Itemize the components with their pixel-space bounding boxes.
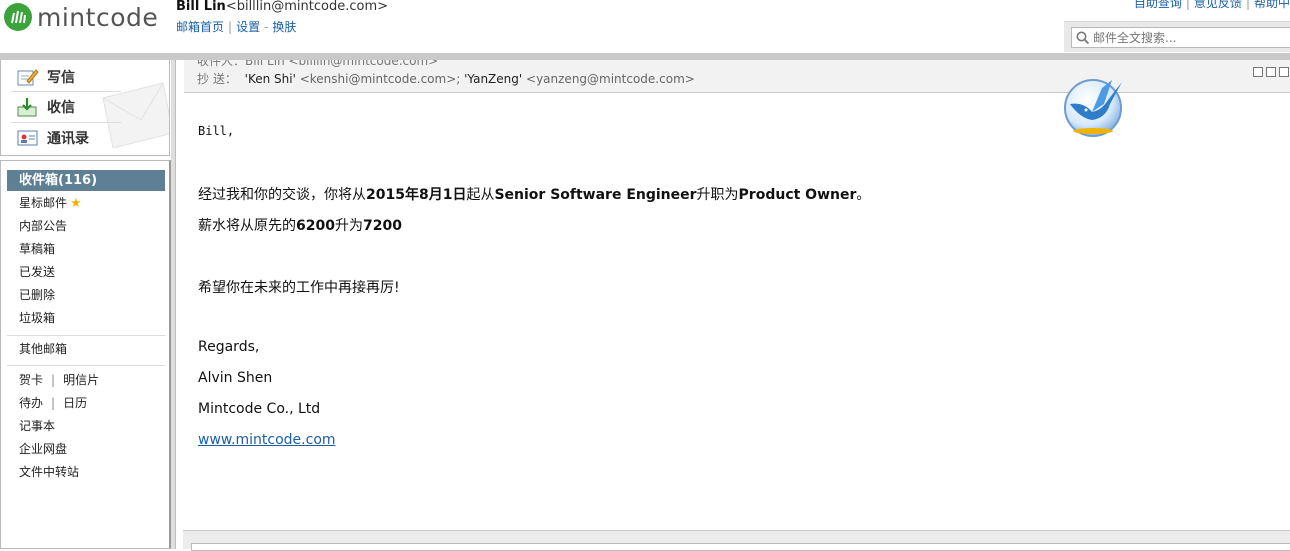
divider <box>11 91 121 92</box>
user-name: Bill Lin <box>176 0 226 14</box>
text: 。 <box>856 187 871 203</box>
to-line: 收件人：Bill Lin <billlin@mintcode.com> <box>197 60 439 68</box>
folder-starred-label: 星标邮件 <box>19 196 68 210</box>
signature-website-link[interactable]: www.mintcode.com <box>198 432 336 448</box>
divider: | <box>228 20 233 34</box>
logo-text: mintcode <box>37 2 159 32</box>
link-settings[interactable]: 设置 <box>236 20 260 34</box>
cc-address: <kenshi@mintcode.com>; <box>299 72 461 86</box>
signature-name: Alvin Shen <box>198 370 273 386</box>
link-file-transfer[interactable]: 文件中转站 <box>7 462 165 483</box>
website-link[interactable]: www.mintcode.com <box>198 432 336 448</box>
header-links: 邮箱首页 | 设置 - 换肤 <box>176 18 296 35</box>
contacts-label: 通讯录 <box>47 131 89 147</box>
divider: | <box>51 396 56 410</box>
restore-window-icon[interactable] <box>1253 67 1263 77</box>
cc-name[interactable]: 'Ken Shi' <box>245 72 296 86</box>
text-old-salary: 6200 <box>296 218 335 234</box>
text-new-salary: 7200 <box>362 218 402 234</box>
cc-label: 抄 送： <box>197 72 237 86</box>
envelope-decoration-icon <box>102 82 169 148</box>
divider: | <box>1185 0 1190 10</box>
receive-mail-button[interactable]: 收信 <box>17 95 75 119</box>
compose-icon <box>17 69 39 86</box>
user-email: <billlin@mintcode.com> <box>225 0 389 14</box>
top-header: mintcode Bill Lin<billlin@mintcode.com> … <box>0 0 1290 54</box>
bottom-toolbar <box>183 530 1290 551</box>
search-input[interactable] <box>1093 30 1283 45</box>
compose-label: 写信 <box>47 70 75 86</box>
body-paragraph-closing: 希望你在未来的工作中再接再厉! <box>198 280 400 296</box>
search-box <box>1064 21 1290 52</box>
body-paragraph-promotion: 经过我和你的交谈，你将从2015年8月1日起从Senior Software E… <box>198 184 870 204</box>
contacts-icon <box>17 130 38 146</box>
quick-actions-panel: 写信 收信 通讯录 <box>0 60 170 156</box>
folder-starred[interactable]: 星标邮件 ★ <box>7 193 165 214</box>
link-calendar[interactable]: 日历 <box>63 396 87 410</box>
text: 升为 <box>334 218 363 234</box>
header-divider-bar <box>0 53 1290 60</box>
folder-drafts[interactable]: 草稿箱 <box>7 239 165 260</box>
divider <box>11 122 121 123</box>
star-icon: ★ <box>70 196 82 211</box>
link-netdisk[interactable]: 企业网盘 <box>7 439 165 460</box>
text-date: 2015年8月1日 <box>366 187 467 203</box>
divider <box>7 335 165 336</box>
link-feedback[interactable]: 意见反馈 <box>1194 0 1242 10</box>
top-right-links: 自助查询 | 意见反馈 | 帮助中 <box>1134 0 1290 11</box>
body-paragraph-salary: 薪水将从原先的6200升为7200 <box>198 215 402 235</box>
cc-address: <yanzeng@mintcode.com> <box>526 72 695 86</box>
tools-todo-row: 待办 | 日历 <box>7 393 165 414</box>
link-skin[interactable]: 换肤 <box>272 20 296 34</box>
link-help[interactable]: 帮助中 <box>1254 0 1290 10</box>
greeting: Bill, <box>198 124 235 138</box>
link-self-service[interactable]: 自助查询 <box>1134 0 1182 10</box>
link-notes[interactable]: 记事本 <box>7 416 165 437</box>
close-pane-icon[interactable] <box>1279 67 1289 77</box>
reply-area[interactable] <box>191 543 1290 551</box>
text: 经过我和你的交谈，你将从 <box>198 187 366 203</box>
folder-sent[interactable]: 已发送 <box>7 262 165 283</box>
text-old-role: Senior Software Engineer <box>494 187 697 203</box>
header-tools <box>1253 67 1289 77</box>
link-mail-home[interactable]: 邮箱首页 <box>176 20 224 34</box>
receive-mail-label: 收信 <box>47 100 75 116</box>
user-identity: Bill Lin<billlin@mintcode.com> <box>176 0 388 14</box>
signature-regards: Regards, <box>198 339 260 355</box>
divider: - <box>264 20 269 34</box>
cc-line: 抄 送： 'Ken Shi' <kenshi@mintcode.com>; 'Y… <box>197 70 695 87</box>
text-new-role: Product Owner <box>738 187 857 203</box>
folder-inbox[interactable]: 收件箱(116) <box>7 170 165 191</box>
link-cards[interactable]: 贺卡 <box>19 373 43 387</box>
search-field <box>1071 27 1290 48</box>
folder-announcements[interactable]: 内部公告 <box>7 216 165 237</box>
search-icon[interactable] <box>1075 30 1091 46</box>
folder-deleted[interactable]: 已删除 <box>7 285 165 306</box>
divider: | <box>1245 0 1250 10</box>
inbox-download-icon <box>17 98 37 117</box>
link-todo[interactable]: 待办 <box>19 396 43 410</box>
logo-icon <box>4 3 32 31</box>
text: 升职为 <box>696 187 739 203</box>
divider <box>7 365 165 366</box>
compose-button[interactable]: 写信 <box>17 65 75 89</box>
hummingbird-logo-icon <box>1064 79 1122 137</box>
text: 薪水将从原先的 <box>198 218 296 234</box>
link-postcards[interactable]: 明信片 <box>63 373 99 387</box>
popout-icon[interactable] <box>1266 67 1276 77</box>
folder-other-mailboxes[interactable]: 其他邮箱 <box>7 339 165 360</box>
signature-company: Mintcode Co., Ltd <box>198 401 321 417</box>
folder-list: 收件箱(116) 星标邮件 ★ 内部公告 草稿箱 已发送 已删除 垃圾箱 其他邮箱… <box>0 160 171 549</box>
folder-spam[interactable]: 垃圾箱 <box>7 308 165 329</box>
mintcode-logo[interactable]: mintcode <box>4 1 158 33</box>
cc-name[interactable]: 'YanZeng' <box>464 72 522 86</box>
divider: | <box>51 373 56 387</box>
text: 起从 <box>466 187 495 203</box>
contacts-button[interactable]: 通讯录 <box>17 126 89 150</box>
tools-cards-row: 贺卡 | 明信片 <box>7 370 165 391</box>
